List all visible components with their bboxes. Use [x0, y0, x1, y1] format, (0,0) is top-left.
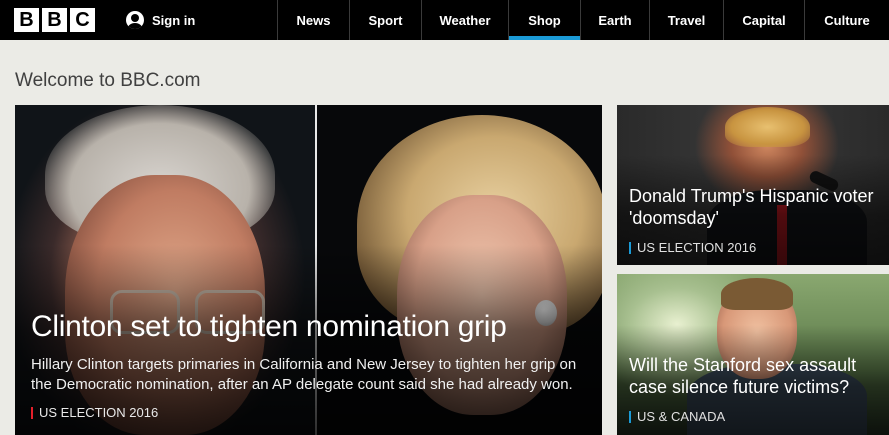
hero-story[interactable]: Clinton set to tighten nomination grip H… [15, 105, 602, 435]
nav-item-culture[interactable]: Culture [804, 0, 889, 40]
nav-item-shop[interactable]: Shop [508, 0, 580, 40]
side-story-trump[interactable]: Donald Trump's Hispanic voter 'doomsday'… [617, 105, 889, 265]
logo-letter-c: C [70, 8, 95, 32]
side-story-stanford[interactable]: Will the Stanford sex assault case silen… [617, 274, 889, 435]
nav-label: News [296, 12, 331, 28]
photo-detail [725, 107, 810, 147]
logo-letter-b1: B [14, 8, 39, 32]
photo-detail [721, 278, 793, 310]
user-icon [126, 11, 144, 29]
hero-summary: Hillary Clinton targets primaries in Cal… [31, 356, 577, 393]
bbc-logo[interactable]: B B C [14, 8, 95, 32]
nav-label: Shop [528, 12, 561, 28]
story-tag[interactable]: US ELECTION 2016 [629, 240, 756, 255]
story-tag-label: US & CANADA [637, 409, 726, 424]
tag-marker [31, 406, 33, 419]
nav-label: Capital [742, 12, 786, 28]
nav-label: Earth [598, 12, 632, 28]
nav-item-sport[interactable]: Sport [349, 0, 421, 40]
nav-label: Travel [667, 12, 706, 28]
page-title: Welcome to BBC.com [15, 70, 201, 91]
story-headline[interactable]: Donald Trump's Hispanic voter 'doomsday' [629, 185, 889, 229]
main-nav: News Sport Weather Shop Earth Travel Cap… [277, 0, 889, 40]
nav-item-capital[interactable]: Capital [723, 0, 804, 40]
nav-item-weather[interactable]: Weather [421, 0, 508, 40]
logo-letter-b2: B [42, 8, 67, 32]
top-navigation-bar: B B C Sign in News Sport Weather Shop Ea… [0, 0, 889, 40]
story-headline[interactable]: Will the Stanford sex assault case silen… [629, 354, 889, 398]
tag-marker [629, 410, 631, 423]
nav-item-news[interactable]: News [277, 0, 349, 40]
story-tag-label: US ELECTION 2016 [637, 240, 757, 255]
hero-tag-label: US ELECTION 2016 [39, 405, 159, 420]
nav-item-travel[interactable]: Travel [649, 0, 723, 40]
nav-label: Weather [439, 12, 491, 28]
sign-in-label: Sign in [152, 12, 196, 28]
sign-in-link[interactable]: Sign in [126, 0, 195, 40]
tag-marker [629, 241, 631, 254]
nav-label: Sport [368, 12, 403, 28]
hero-headline[interactable]: Clinton set to tighten nomination grip [31, 309, 507, 345]
story-tag[interactable]: US & CANADA [629, 409, 725, 424]
nav-item-earth[interactable]: Earth [580, 0, 649, 40]
nav-label: Culture [824, 12, 870, 28]
hero-tag[interactable]: US ELECTION 2016 [31, 405, 158, 420]
